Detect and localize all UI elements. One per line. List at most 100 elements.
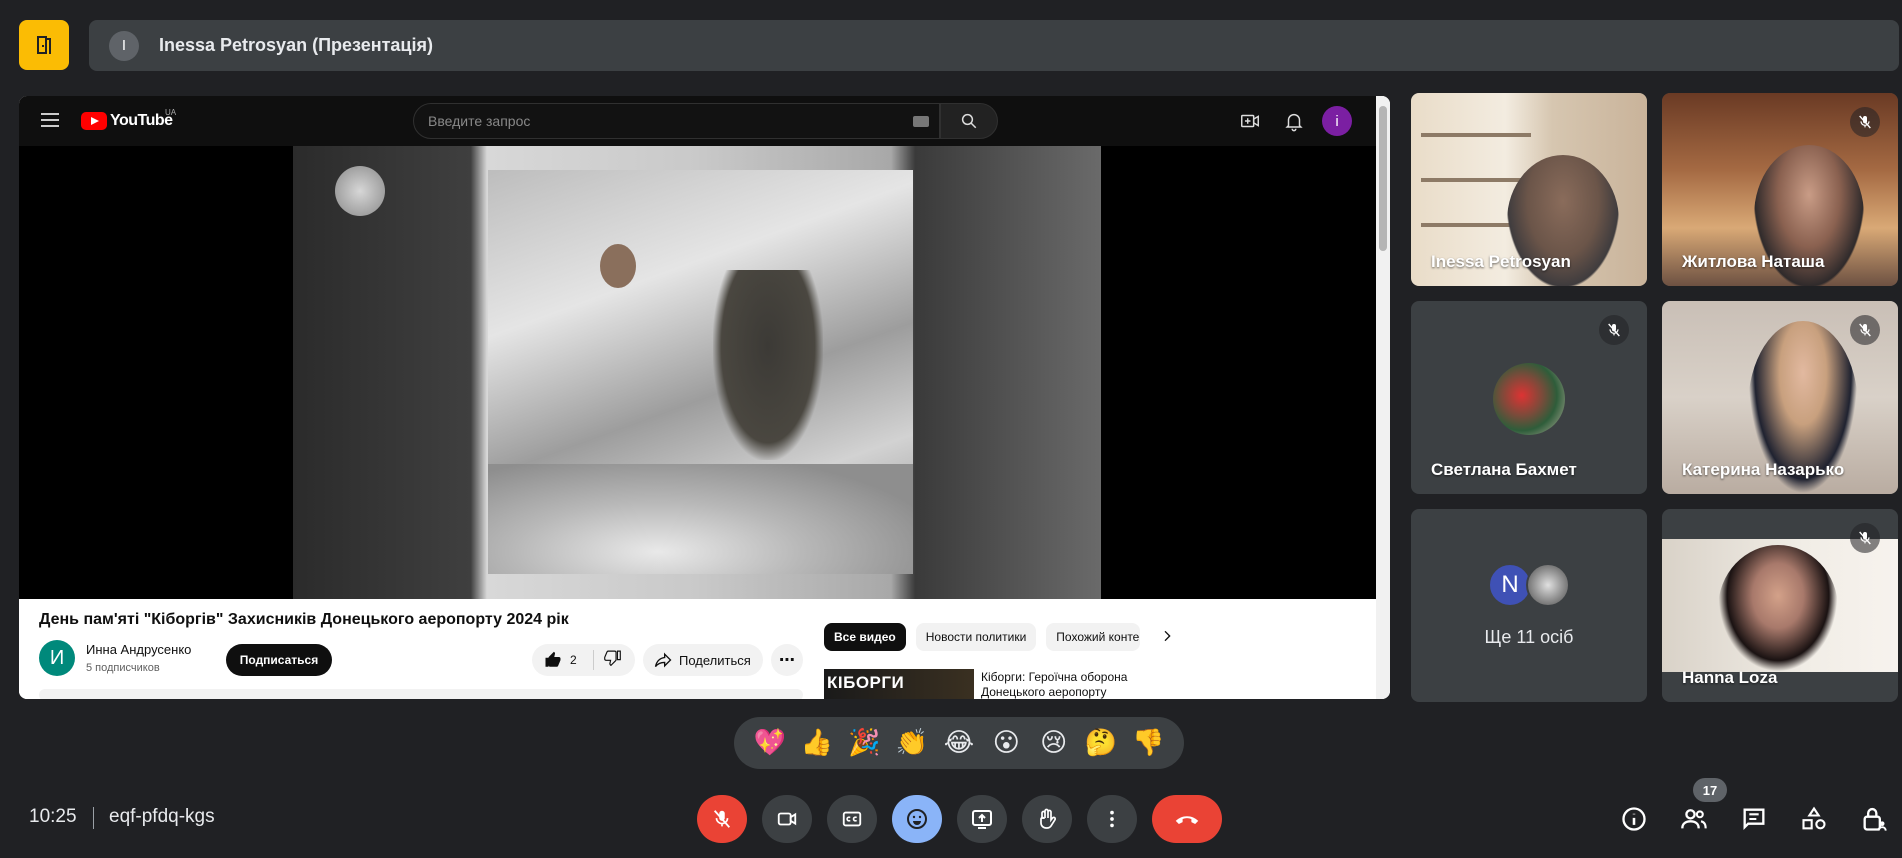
dislike-button[interactable] xyxy=(594,649,621,671)
video-player[interactable] xyxy=(19,146,1376,599)
description-box[interactable] xyxy=(39,689,803,699)
share-button[interactable]: Поделиться xyxy=(643,644,763,676)
emblem-icon xyxy=(335,166,385,216)
soldier-head xyxy=(600,244,636,288)
presenter-avatar: I xyxy=(109,30,139,61)
lock-person-icon xyxy=(1863,807,1887,831)
participant-tile[interactable]: Катерина Назарько xyxy=(1662,301,1898,494)
bookshelf xyxy=(1421,178,1531,182)
reaction-surprised[interactable]: 😮 xyxy=(986,723,1026,763)
subscribe-button[interactable]: Подписаться xyxy=(226,644,332,676)
chat-button[interactable] xyxy=(1738,803,1770,835)
participant-tile[interactable]: Hanna Loza xyxy=(1662,509,1898,702)
chip-similar-content[interactable]: Похожий контент xyxy=(1046,623,1141,651)
participant-name: Inessa Petrosyan xyxy=(1431,252,1571,271)
keyboard-icon[interactable] xyxy=(913,116,929,127)
more-participants-label: Ще 11 осіб xyxy=(1484,627,1574,647)
mic-off-icon xyxy=(713,810,731,828)
mic-off-icon xyxy=(1850,315,1880,345)
user-avatar[interactable]: i xyxy=(1322,106,1352,136)
participant-name: Светлана Бахмет xyxy=(1431,460,1577,479)
recommended-video-thumbnail[interactable]: КІБОРГИ xyxy=(824,669,974,699)
participant-tile[interactable]: Inessa Petrosyan xyxy=(1411,93,1647,286)
like-count: 2 xyxy=(570,653,577,667)
video-frame xyxy=(293,146,1101,599)
chip-all-videos[interactable]: Все видео xyxy=(824,623,906,651)
mic-toggle-button[interactable] xyxy=(697,795,747,843)
clock: 10:25 xyxy=(29,806,77,827)
reaction-clap[interactable]: 👏 xyxy=(892,723,932,763)
like-button[interactable]: 2 xyxy=(532,650,594,670)
participant-video xyxy=(1718,545,1838,672)
search-placeholder: Введите запрос xyxy=(428,113,531,129)
more-vert-icon xyxy=(1110,810,1114,828)
create-video-icon[interactable] xyxy=(1239,110,1261,132)
youtube-play-icon xyxy=(81,112,107,130)
bell-icon[interactable] xyxy=(1283,110,1305,132)
people-icon xyxy=(1681,809,1707,829)
present-screen-button[interactable] xyxy=(957,795,1007,843)
people-button[interactable] xyxy=(1678,803,1710,835)
participant-count-badge: 17 xyxy=(1693,778,1727,802)
recommended-video-title[interactable]: Кіборги: Героїчна оборона Донецького аер… xyxy=(981,670,1161,699)
mic-off-icon xyxy=(1599,315,1629,345)
video-camera-icon xyxy=(777,812,797,826)
chevron-right-icon[interactable] xyxy=(1159,628,1177,646)
leave-call-button[interactable] xyxy=(1152,795,1222,843)
meeting-info-button[interactable] xyxy=(1618,803,1650,835)
video-info: День пам'яті "Кіборгів" Захисників Донец… xyxy=(19,599,1376,699)
chip-political-news[interactable]: Новости политики xyxy=(915,623,1037,651)
meeting-code: eqf-pfdq-kgs xyxy=(109,806,215,827)
reaction-thinking[interactable]: 🤔 xyxy=(1081,723,1121,763)
participant-name: Катерина Назарько xyxy=(1682,460,1845,479)
soldier-figure xyxy=(713,270,823,460)
search-button[interactable] xyxy=(940,103,998,139)
channel-avatar[interactable]: И xyxy=(39,640,75,676)
participant-avatar xyxy=(1526,563,1570,607)
presenter-title: Inessa Petrosyan (Презентація) xyxy=(159,35,433,55)
reactions-bar: 💖 👍 🎉 👏 😂 😮 😢 🤔 👎 xyxy=(734,717,1184,769)
reaction-sad[interactable]: 😢 xyxy=(1034,723,1074,763)
share-label: Поделиться xyxy=(679,652,751,668)
scrollbar-thumb[interactable] xyxy=(1379,106,1387,251)
youtube-logo[interactable]: YouTube xyxy=(81,112,173,130)
participant-name: Hanna Loza xyxy=(1682,668,1778,687)
participant-tile[interactable]: Житлова Наташа xyxy=(1662,93,1898,286)
raise-hand-button[interactable] xyxy=(1022,795,1072,843)
reaction-laugh[interactable]: 😂 xyxy=(939,723,979,763)
participant-name: Житлова Наташа xyxy=(1682,252,1825,271)
subscriber-count: 5 подписчиков xyxy=(86,662,160,674)
presentation-banner: I Inessa Petrosyan (Презентація) xyxy=(89,20,1899,71)
participant-tile[interactable]: Светлана Бахмет xyxy=(1411,301,1647,494)
thumbs-up-icon xyxy=(545,651,561,667)
share-icon xyxy=(654,652,672,668)
captions-button[interactable] xyxy=(827,795,877,843)
camera-toggle-button[interactable] xyxy=(762,795,812,843)
reaction-party[interactable]: 🎉 xyxy=(844,723,884,763)
mic-off-icon xyxy=(1850,107,1880,137)
shapes-icon xyxy=(1802,806,1826,830)
reaction-thumbs-up[interactable]: 👍 xyxy=(797,723,837,763)
reactions-button[interactable] xyxy=(892,795,942,843)
video-scene xyxy=(488,170,913,574)
activities-button[interactable] xyxy=(1798,803,1830,835)
host-controls-button[interactable] xyxy=(1858,803,1890,835)
channel-name[interactable]: Инна Андрусенко xyxy=(86,642,191,657)
search-input[interactable]: Введите запрос xyxy=(413,103,940,139)
bookshelf xyxy=(1421,133,1531,137)
reaction-heart[interactable]: 💖 xyxy=(750,723,790,763)
more-actions-button[interactable]: ⋯ xyxy=(771,644,803,676)
reaction-thumbs-down[interactable]: 👎 xyxy=(1128,723,1168,763)
exit-room-button[interactable] xyxy=(19,20,69,70)
closed-captions-icon xyxy=(842,811,862,827)
emoji-icon xyxy=(907,809,927,829)
info-icon xyxy=(1622,807,1646,831)
region-label: UA xyxy=(165,108,177,117)
video-title: День пам'яті "Кіборгів" Захисників Донец… xyxy=(39,611,569,628)
hang-up-icon xyxy=(1175,816,1199,824)
filter-chips: Все видео Новости политики Похожий конте… xyxy=(824,623,1141,651)
scrollbar[interactable] xyxy=(1376,96,1390,699)
menu-icon[interactable] xyxy=(41,113,59,127)
more-participants-tile[interactable]: N Ще 11 осіб xyxy=(1411,509,1647,702)
more-options-button[interactable] xyxy=(1087,795,1137,843)
